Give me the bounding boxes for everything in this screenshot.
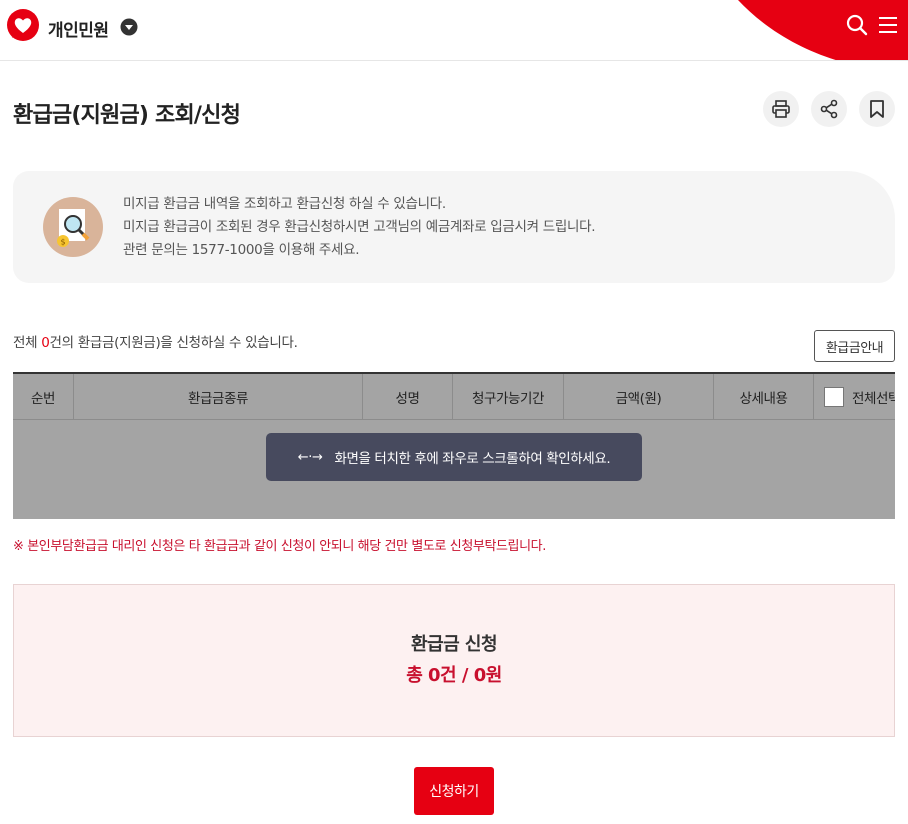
search-icon[interactable] xyxy=(846,14,868,36)
share-button[interactable] xyxy=(811,91,847,127)
summary-prefix: 전체 xyxy=(13,335,42,351)
column-header: 상세내용 xyxy=(714,374,814,420)
menu-icon[interactable] xyxy=(877,14,899,36)
apply-button[interactable]: 신청하기 xyxy=(414,767,494,815)
table-header: 순번 환급금종류 성명 청구가능기간 금액(원) 상세내용 전체선택 xyxy=(13,374,895,420)
heart-logo-icon[interactable] xyxy=(6,8,40,42)
bookmark-icon xyxy=(870,100,884,118)
horizontal-arrows-icon: ←·→ xyxy=(297,449,323,465)
search-document-icon: $ xyxy=(43,197,103,257)
bookmark-button[interactable] xyxy=(859,91,895,127)
column-header: 순번 xyxy=(13,374,74,420)
column-header: 청구가능기간 xyxy=(453,374,564,420)
brand-title[interactable]: 개인민원 xyxy=(48,16,109,41)
select-all-header[interactable]: 전체선택 xyxy=(814,374,895,420)
info-line: 미지급 환급금 내역을 조회하고 환급신청 하실 수 있습니다. xyxy=(123,196,446,212)
print-button[interactable] xyxy=(763,91,799,127)
info-line: 관련 문의는 1577-1000을 이용해 주세요. xyxy=(123,242,360,258)
refund-summary: 전체 0건의 환급금(지원금)을 신청하실 수 있습니다. xyxy=(13,331,298,351)
share-icon xyxy=(820,99,838,119)
proxy-notice: ※ 본인부담환급금 대리인 신청은 타 환급금과 같이 신청이 안되니 해당 건… xyxy=(13,539,546,554)
refund-guide-button[interactable]: 환급금안내 xyxy=(814,330,895,362)
apply-title: 환급금 신청 xyxy=(410,634,498,655)
info-line: 미지급 환급금이 조회된 경우 환급신청하시면 고객님의 예금계좌로 입금시켜 … xyxy=(123,219,596,235)
scroll-hint-toast: ←·→ 화면을 터치한 후에 좌우로 스크롤하여 확인하세요. xyxy=(266,433,642,481)
select-all-label: 전체선택 xyxy=(852,391,895,407)
info-box: $ 미지급 환급금 내역을 조회하고 환급신청 하실 수 있습니다. 미지급 환… xyxy=(13,171,895,283)
column-header: 금액(원) xyxy=(564,374,714,420)
column-header: 성명 xyxy=(363,374,453,420)
select-all-checkbox[interactable] xyxy=(824,387,844,407)
summary-suffix: 건의 환급금(지원금)을 신청하실 수 있습니다. xyxy=(49,335,298,351)
scroll-hint-text: 화면을 터치한 후에 좌우로 스크롤하여 확인하세요. xyxy=(334,451,611,467)
svg-text:$: $ xyxy=(60,238,65,247)
column-header: 환급금종류 xyxy=(74,374,363,420)
app-header: 개인민원 xyxy=(0,0,908,61)
summary-count: 0 xyxy=(41,335,50,351)
apply-summary-box: 환급금 신청 총 0건 / 0원 xyxy=(13,584,895,737)
print-icon xyxy=(772,100,790,118)
apply-total: 총 0건 / 0원 xyxy=(406,665,502,686)
page-title: 환급금(지원금) 조회/신청 xyxy=(13,103,241,128)
refund-table[interactable]: 순번 환급금종류 성명 청구가능기간 금액(원) 상세내용 전체선택 ←·→ 화… xyxy=(13,372,895,519)
info-text: 미지급 환급금 내역을 조회하고 환급신청 하실 수 있습니다. 미지급 환급금… xyxy=(123,193,596,262)
caret-down-icon[interactable] xyxy=(120,18,138,36)
